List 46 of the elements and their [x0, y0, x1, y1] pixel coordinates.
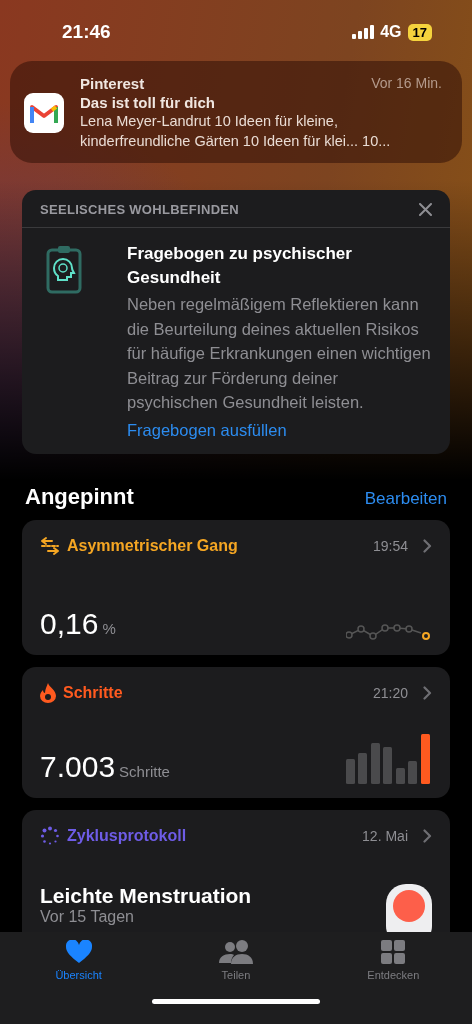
chevron-icon: [423, 538, 432, 553]
card-title: Asymmetrischer Gang: [67, 536, 239, 555]
close-icon[interactable]: [419, 203, 432, 216]
suggestion-category: SEELISCHES WOHLBEFINDEN: [40, 202, 240, 217]
card-unit: %: [102, 619, 116, 637]
card-unit: Schritte: [119, 762, 170, 780]
notification-time: Vor 16 Min.: [371, 75, 442, 92]
flame-icon: [40, 682, 56, 703]
signal-icon: [352, 25, 375, 39]
dotted-ring-icon: [40, 825, 60, 846]
status-time: 21:46: [62, 21, 111, 43]
metric-card[interactable]: Zyklusprotokoll 12. Mai Leichte Menstruation Vor 15 Tagen: [22, 809, 450, 932]
heart-icon: [65, 940, 92, 964]
battery-indicator: 17: [407, 23, 432, 41]
clipboard-head-icon: [46, 244, 82, 294]
card-subtitle: Vor 15 Tagen: [40, 907, 135, 925]
notification-title: Das ist toll für dich: [80, 94, 216, 111]
card-value: 0,16: [40, 606, 99, 641]
chevron-icon: [423, 828, 432, 843]
card-value: 7.003: [40, 749, 116, 784]
notification-app: Pinterest: [80, 75, 145, 92]
flow-indicator-icon: [386, 883, 432, 932]
chevron-icon: [423, 685, 432, 700]
questionnaire-link[interactable]: Fragebogen ausfüllen: [127, 420, 432, 440]
metric-card[interactable]: Asymmetrischer Gang 19:54 0,16%: [22, 519, 450, 655]
card-title: Schritte: [63, 683, 124, 702]
card-time: 21:20: [372, 684, 408, 701]
edit-link[interactable]: Bearbeiten: [364, 488, 447, 509]
swap-arrows-icon: [40, 535, 60, 556]
notification-body: Lena Meyer-Landrut 10 Ideen für kleine, kinderfreundliche Gärten 10 Ideen für klei... 10...: [80, 112, 392, 151]
tab[interactable]: Übersicht: [28, 940, 129, 981]
tab[interactable]: Teilen: [186, 940, 286, 981]
grid-icon: [381, 940, 406, 964]
card-title: Zyklusprotokoll: [67, 826, 188, 845]
mail-app-icon: [24, 93, 64, 133]
card-time: 12. Mai: [362, 827, 408, 844]
card-time: 19:54: [372, 537, 408, 554]
notification-card[interactable]: Pinterest Vor 16 Min. Das ist toll für dich Lena Meyer-Landrut 10 Ideen für kleine, kinderfreundliche Gärten 10 Ideen für klei... 10...: [10, 61, 462, 163]
suggestion-title: Fragebogen zu psychischer Gesundheit: [127, 243, 353, 289]
card-value: Leichte Menstruation: [40, 883, 252, 908]
tab[interactable]: Entdecken: [343, 940, 444, 981]
network-label: 4G: [380, 23, 402, 41]
section-title: Angepinnt: [25, 483, 134, 510]
suggestion-text: Neben regelmäßigem Reflektieren kann die Beurteilung deines aktuellen Risikos für häufige Erkrankungen einen wichtigen Beitrag zur Förderung deiner psychischen Gesundheit leisten.: [127, 294, 432, 413]
metric-card[interactable]: Schritte 21:20 7.003 Schritte: [22, 666, 450, 798]
people-icon: [219, 940, 253, 964]
